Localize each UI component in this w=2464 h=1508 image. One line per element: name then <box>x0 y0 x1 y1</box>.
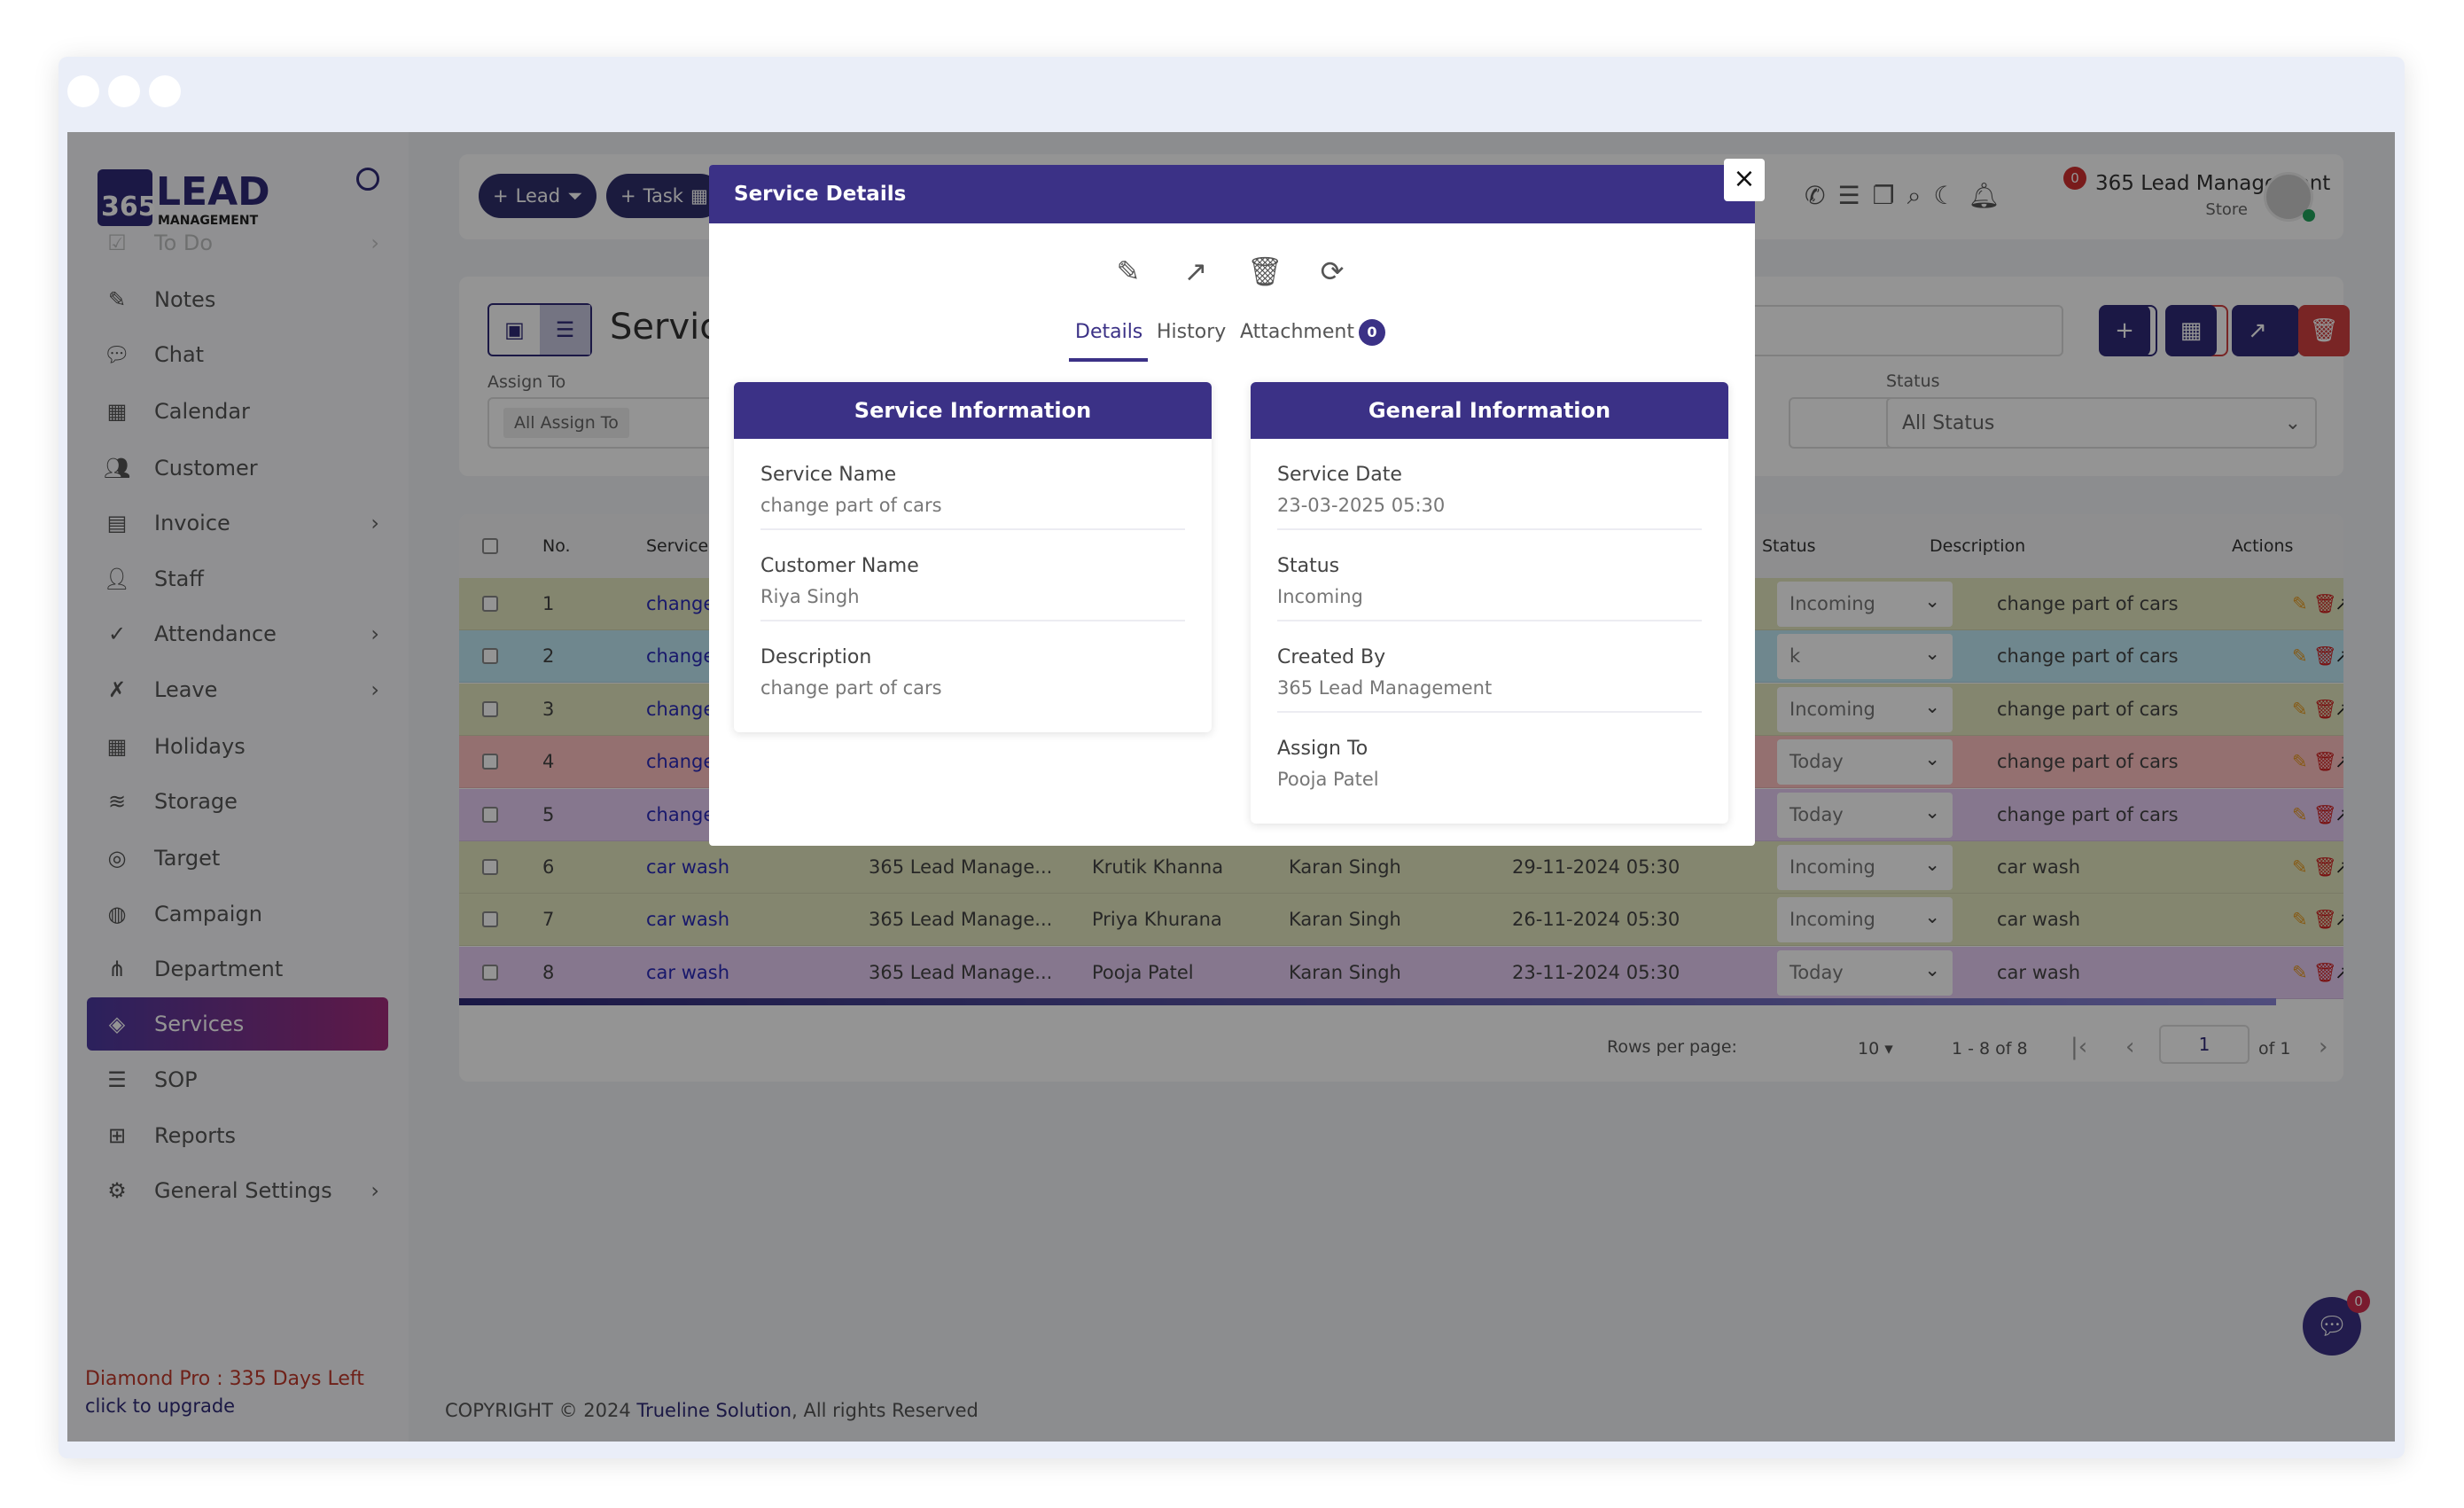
service-name-value: change part of cars <box>760 495 942 516</box>
window-maximize-dot[interactable] <box>149 75 181 107</box>
modal-title: Service Details <box>709 165 1755 223</box>
trash-icon[interactable]: 🗑︎ <box>1247 254 1283 289</box>
window-close-dot[interactable] <box>67 75 99 107</box>
created-by-label: Created By <box>1277 646 1386 668</box>
tab-details[interactable]: Details <box>1075 321 1142 343</box>
service-information-title: Service Information <box>734 382 1212 439</box>
service-name-label: Service Name <box>760 464 897 486</box>
description-value: change part of cars <box>760 677 942 699</box>
service-date-label: Service Date <box>1277 464 1402 486</box>
service-information-card: Service Information Service Name change p… <box>734 382 1212 732</box>
service-details-modal: Service Details ✎ ↗ 🗑︎ ⟳ Details History… <box>709 165 1755 846</box>
trend-icon[interactable]: ↗ <box>1178 254 1213 289</box>
modal-close-button[interactable]: × <box>1724 159 1765 201</box>
assign-to-label: Assign To <box>1277 738 1368 760</box>
general-information-title: General Information <box>1251 382 1728 439</box>
tab-history[interactable]: History <box>1157 321 1226 343</box>
window-minimize-dot[interactable] <box>108 75 140 107</box>
customer-name-label: Customer Name <box>760 555 919 577</box>
tab-attachment[interactable]: Attachment <box>1240 321 1354 343</box>
general-information-card: General Information Service Date 23-03-20… <box>1251 382 1728 824</box>
active-tab-indicator <box>1069 358 1148 362</box>
attachment-count-badge: 0 <box>1359 319 1385 346</box>
status-value: Incoming <box>1277 586 1363 607</box>
description-label: Description <box>760 646 872 668</box>
edit-icon[interactable]: ✎ <box>1111 254 1146 289</box>
created-by-value: 365 Lead Management <box>1277 677 1493 699</box>
service-date-value: 23-03-2025 05:30 <box>1277 495 1446 516</box>
refresh-icon[interactable]: ⟳ <box>1314 254 1350 289</box>
customer-name-value: Riya Singh <box>760 586 860 607</box>
status-label: Status <box>1277 555 1340 577</box>
assign-to-value: Pooja Patel <box>1277 769 1379 790</box>
